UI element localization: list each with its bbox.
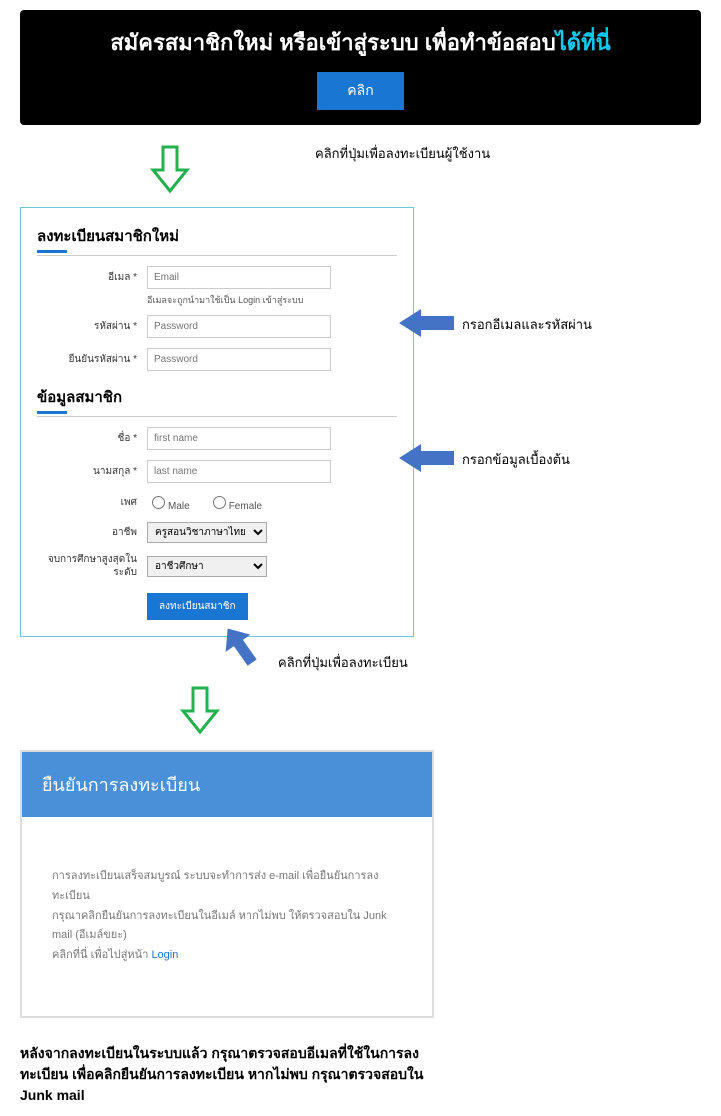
confirm-line3: คลิกที่นี่ เพื่อไปสู่หน้า Login xyxy=(52,946,402,966)
lastname-field[interactable] xyxy=(147,460,331,483)
email-label: อีเมล * xyxy=(37,270,147,285)
password-label: รหัสผ่าน * xyxy=(37,319,147,334)
annotation-text: กรอกอีเมลและรหัสผ่าน xyxy=(462,314,592,335)
section-title: ข้อมูลสมาชิก xyxy=(37,385,397,409)
confirm-line1: การลงทะเบียนเสร็จสมบูรณ์ ระบบจะทำการส่ง … xyxy=(52,867,402,907)
gender-label: เพศ xyxy=(37,495,147,510)
arrow-down-icon xyxy=(180,685,220,738)
login-link[interactable]: Login xyxy=(151,949,178,961)
confirm-header: ยืนยันการลงทะเบียน xyxy=(22,752,432,817)
gender-male-label: Male xyxy=(168,501,190,512)
section-title: ลงทะเบียนสมาชิกใหม่ xyxy=(37,224,397,248)
email-field[interactable] xyxy=(147,266,331,289)
confirm-password-field[interactable] xyxy=(147,348,331,371)
occupation-select[interactable]: ครูสอนวิชาภาษาไทย xyxy=(147,522,267,543)
occupation-label: อาชีพ xyxy=(37,525,147,540)
confirm-password-label: ยืนยันรหัสผ่าน * xyxy=(37,352,147,367)
email-hint: อีเมลจะถูกนำมาใช้เป็น Login เข้าสู่ระบบ xyxy=(147,293,397,307)
confirm-line2: กรุณาคลิกยืนยันการลงทะเบียนในอีเมล์ หากไ… xyxy=(52,907,402,947)
annotation-text: คลิกที่ปุ่มเพื่อลงทะเบียน xyxy=(278,652,408,673)
firstname-label: ชื่อ * xyxy=(37,431,147,446)
arrow-icon xyxy=(215,622,270,680)
click-button[interactable]: คลิก xyxy=(317,72,403,110)
banner-title: สมัครสมาชิกใหม่ หรือเข้าสู่ระบบ เพื่อทำข… xyxy=(40,25,681,60)
gender-female-label: Female xyxy=(229,501,262,512)
gender-male-radio[interactable] xyxy=(152,496,165,509)
arrow-down-icon xyxy=(150,144,190,197)
lastname-label: นามสกุล * xyxy=(37,464,147,479)
final-instruction: หลังจากลงทะเบียนในระบบแล้ว กรุณาตรวจสอบอ… xyxy=(20,1043,450,1106)
annotation-text: กรอกข้อมูลเบื้องต้น xyxy=(462,449,570,470)
confirmation-panel: ยืนยันการลงทะเบียน การลงทะเบียนเสร็จสมบู… xyxy=(20,750,434,1018)
firstname-field[interactable] xyxy=(147,427,331,450)
arrow-left-icon xyxy=(399,307,454,342)
education-label: จบการศึกษาสูงสุดในระดับ xyxy=(37,553,147,579)
register-submit-button[interactable]: ลงทะเบียนสมาชิก xyxy=(147,593,248,620)
password-field[interactable] xyxy=(147,315,331,338)
gender-female-radio[interactable] xyxy=(213,496,226,509)
registration-form: ลงทะเบียนสมาชิกใหม่ อีเมล * อีเมลจะถูกนำ… xyxy=(20,207,414,637)
annotation-text: คลิกที่ปุ่มเพื่อลงทะเบียนผู้ใช้งาน xyxy=(315,143,490,164)
signup-banner: สมัครสมาชิกใหม่ หรือเข้าสู่ระบบ เพื่อทำข… xyxy=(20,10,701,125)
arrow-left-icon xyxy=(399,442,454,477)
education-select[interactable]: อาชีวศึกษา xyxy=(147,556,267,577)
